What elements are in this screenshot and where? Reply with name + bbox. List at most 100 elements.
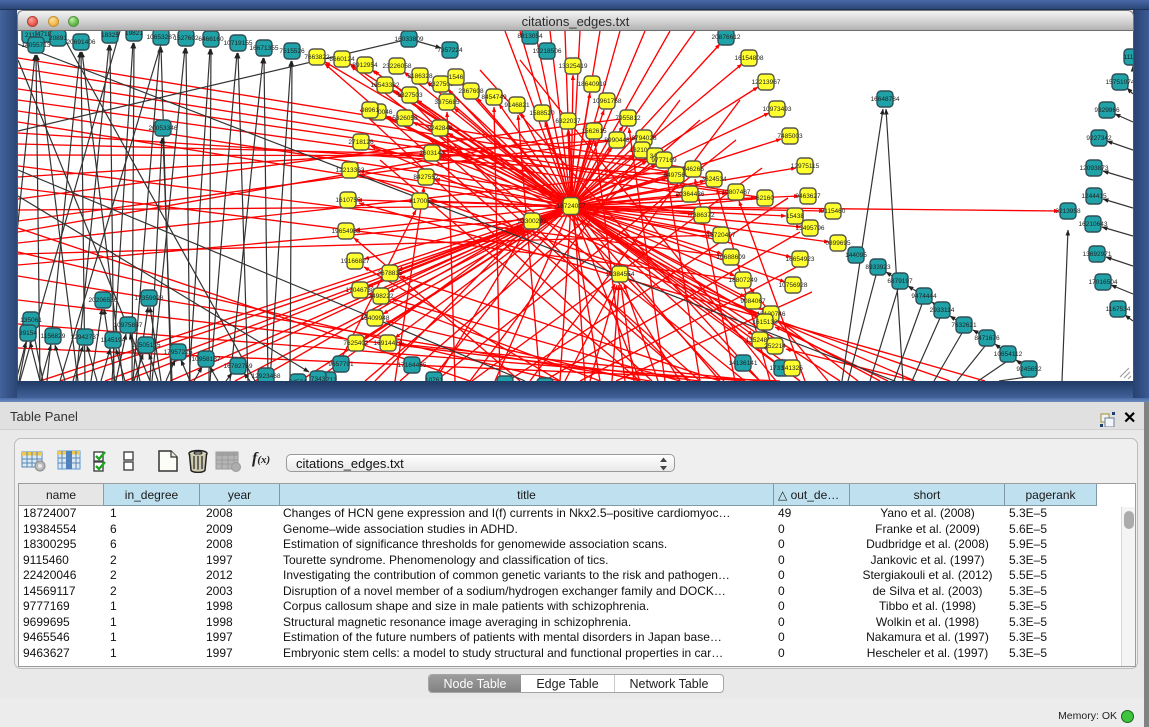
svg-text:7485003: 7485003	[777, 133, 803, 140]
svg-text:9084067: 9084067	[740, 298, 766, 305]
svg-text:817006: 817006	[409, 198, 431, 205]
svg-text:0899695: 0899695	[825, 240, 851, 247]
svg-text:7357224: 7357224	[437, 47, 463, 54]
svg-text:16654923: 16654923	[786, 256, 815, 263]
svg-text:10719155: 10719155	[224, 40, 253, 47]
svg-text:1244415: 1244415	[1081, 193, 1107, 200]
svg-text:16671355: 16671355	[250, 45, 279, 52]
svg-text:9329966: 9329966	[1094, 107, 1120, 114]
svg-text:20891: 20891	[49, 35, 67, 42]
svg-text:9474444: 9474444	[911, 293, 937, 300]
svg-text:20053346: 20053346	[149, 125, 178, 132]
svg-text:20691406: 20691406	[67, 39, 96, 46]
svg-text:2367608: 2367608	[458, 88, 484, 95]
svg-text:17957225: 17957225	[164, 349, 193, 356]
svg-text:9227342: 9227342	[1086, 135, 1112, 142]
svg-text:20364436: 20364436	[676, 191, 705, 198]
svg-text:8471676: 8471676	[974, 335, 1000, 342]
svg-text:19166827: 19166827	[341, 258, 370, 265]
svg-text:7625402: 7625402	[343, 340, 369, 347]
svg-text:12213363: 12213363	[336, 167, 365, 174]
svg-text:3678835: 3678835	[377, 270, 403, 277]
svg-text:18724007: 18724007	[557, 203, 586, 210]
svg-text:9115460: 9115460	[821, 208, 846, 215]
svg-text:746266: 746266	[682, 166, 704, 173]
svg-text:19218506: 19218506	[533, 48, 562, 55]
svg-text:1615132: 1615132	[752, 319, 778, 326]
svg-text:144095: 144095	[845, 252, 867, 259]
svg-text:252214: 252214	[764, 343, 786, 350]
svg-text:23226058: 23226058	[383, 63, 412, 70]
svg-text:9245652: 9245652	[1016, 366, 1042, 373]
svg-text:11171: 11171	[1123, 54, 1133, 61]
svg-text:17359928: 17359928	[135, 295, 164, 302]
svg-text:12093873: 12093873	[1080, 165, 1109, 172]
svg-text:7663822: 7663822	[304, 54, 330, 61]
svg-text:14055713: 14055713	[22, 42, 51, 49]
svg-text:9242848: 9242848	[427, 125, 453, 132]
svg-text:7955812: 7955812	[615, 115, 641, 122]
svg-text:12213967: 12213967	[752, 79, 781, 86]
svg-text:3213958: 3213958	[1055, 208, 1081, 215]
svg-text:8186328: 8186328	[407, 73, 433, 80]
svg-text:16648784: 16648784	[871, 96, 900, 103]
svg-text:14136141: 14136141	[729, 360, 758, 367]
svg-text:19821: 19821	[125, 31, 143, 37]
svg-text:16543382: 16543382	[371, 82, 400, 89]
svg-text:8933923: 8933923	[865, 264, 891, 271]
svg-text:18640910: 18640910	[578, 81, 607, 88]
svg-text:10654112: 10654112	[994, 351, 1023, 358]
svg-text:18325: 18325	[101, 32, 119, 39]
svg-text:7386372: 7386372	[689, 212, 715, 219]
svg-text:8990448: 8990448	[604, 137, 630, 144]
svg-text:8427552: 8427552	[413, 174, 439, 181]
svg-text:10688609: 10688609	[717, 254, 746, 261]
svg-text:7632621: 7632621	[951, 322, 977, 329]
svg-text:10975887: 10975887	[114, 322, 143, 329]
svg-text:15495796: 15495796	[796, 225, 825, 232]
svg-text:12505135: 12505135	[132, 342, 161, 349]
svg-text:16033809: 16033809	[395, 36, 424, 43]
svg-text:16782759: 16782759	[224, 363, 253, 370]
svg-text:98961: 98961	[361, 107, 379, 114]
svg-text:8912954: 8912954	[352, 62, 378, 69]
svg-text:3624534: 3624534	[701, 176, 727, 183]
svg-text:10756928: 10756928	[779, 282, 808, 289]
svg-text:1527602: 1527602	[173, 35, 199, 42]
svg-text:1588520: 1588520	[529, 110, 555, 117]
svg-text:17164485: 17164485	[398, 362, 427, 369]
svg-text:7515526: 7515526	[279, 48, 305, 55]
svg-text:20876612: 20876612	[712, 34, 741, 41]
svg-text:6466160: 6466160	[198, 36, 224, 43]
svg-text:9777169: 9777169	[651, 157, 677, 164]
svg-text:17016504: 17016504	[1089, 279, 1118, 286]
svg-text:12923468: 12923468	[252, 373, 281, 380]
svg-text:23300293: 23300293	[518, 218, 547, 225]
svg-text:19654983: 19654983	[332, 228, 361, 235]
svg-text:1562615: 1562615	[581, 128, 607, 135]
svg-text:2933114: 2933114	[930, 307, 955, 314]
svg-text:10961758: 10961758	[593, 98, 622, 105]
svg-text:9463627: 9463627	[795, 193, 821, 200]
svg-text:15438: 15438	[786, 213, 804, 220]
svg-text:2718126: 2718126	[348, 139, 374, 146]
svg-text:20206536: 20206536	[89, 297, 118, 304]
svg-text:13692971: 13692971	[1083, 251, 1112, 258]
svg-text:13325419: 13325419	[559, 63, 588, 70]
svg-text:6322037: 6322037	[555, 118, 581, 125]
svg-text:9657791: 9657791	[328, 361, 354, 368]
svg-text:15409948: 15409948	[361, 315, 390, 322]
svg-text:19384554: 19384554	[606, 271, 635, 278]
svg-text:10973493: 10973493	[763, 106, 792, 113]
svg-text:15751074: 15751074	[1106, 79, 1133, 86]
svg-text:1145194: 1145194	[101, 337, 126, 344]
svg-text:1167534: 1167534	[1106, 306, 1131, 313]
svg-text:8454749: 8454749	[481, 94, 507, 101]
svg-text:10653287: 10653287	[147, 34, 176, 41]
svg-text:9327503: 9327503	[397, 92, 423, 99]
svg-text:3498222: 3498222	[368, 293, 394, 300]
svg-text:3375685: 3375685	[434, 99, 460, 106]
svg-text:12975115: 12975115	[791, 163, 820, 170]
svg-text:10807487: 10807487	[722, 189, 751, 196]
svg-text:6794028: 6794028	[631, 135, 657, 142]
